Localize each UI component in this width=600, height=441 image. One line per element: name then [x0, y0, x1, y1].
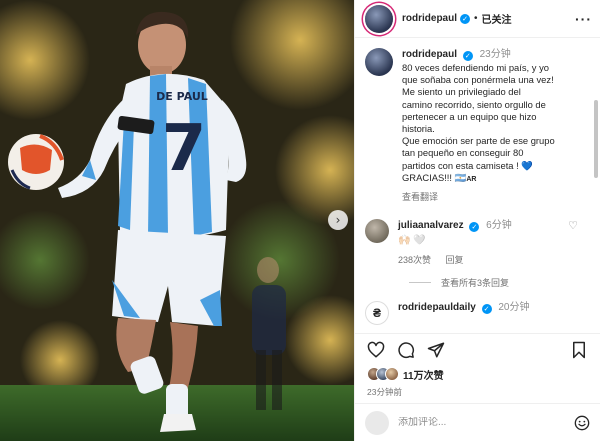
- verified-badge-icon: ✓: [460, 13, 471, 24]
- flag-code: AR: [466, 175, 477, 183]
- reply-button[interactable]: 回复: [446, 255, 464, 265]
- likes-row: 11万次赞: [355, 365, 600, 383]
- share-send-icon[interactable]: [427, 341, 445, 359]
- commenter-username[interactable]: rodridepauldaily: [398, 302, 476, 313]
- instagram-post-view: DE PAUL 7 › rodridepaul ✓ • 已关注 ··· rodr…: [0, 0, 600, 441]
- comment-item: juliaanalvarez ✓ 6分钟 🙌🏻 🤍 238次赞 回复 ♡: [365, 219, 586, 266]
- verified-badge-icon: ✓: [469, 222, 480, 233]
- jersey-name: DE PAUL: [156, 90, 208, 103]
- comment-likes-count[interactable]: 238次赞: [398, 255, 431, 265]
- view-replies-label: 查看所有3条回复: [441, 278, 510, 289]
- comments-scrollbar[interactable]: [594, 100, 598, 178]
- caption-body: 80 veces defendiendo mi país, y yo que s…: [402, 62, 555, 171]
- save-bookmark-icon[interactable]: [570, 341, 588, 359]
- author-username[interactable]: rodridepaul: [402, 13, 457, 24]
- caption-text: 80 veces defendiendo mi país, y yo que s…: [402, 62, 586, 186]
- replies-divider: [409, 282, 431, 284]
- commenter-avatar[interactable]: [365, 219, 389, 244]
- verified-badge-icon: ✓: [481, 304, 492, 315]
- commenter-username[interactable]: juliaanalvarez: [398, 220, 464, 231]
- caption-last-line: GRACIAS!!!: [402, 171, 453, 183]
- action-bar: [355, 333, 600, 365]
- next-image-button[interactable]: ›: [328, 210, 348, 230]
- comment-input[interactable]: [398, 417, 574, 428]
- more-options-icon[interactable]: ···: [575, 11, 592, 27]
- add-comment-bar: [355, 403, 600, 441]
- comment-timestamp: 20分钟: [498, 302, 530, 314]
- follow-status-button[interactable]: 已关注: [482, 11, 512, 26]
- argentina-flag-icon: 🇦🇷: [454, 171, 467, 183]
- posted-timestamp[interactable]: 23分钟前: [355, 383, 600, 403]
- comments-list[interactable]: rodridepaul ✓ 23分钟 80 veces defendiendo …: [355, 38, 600, 333]
- comment-icon[interactable]: [397, 341, 415, 359]
- post-side-panel: rodridepaul ✓ • 已关注 ··· rodridepaul ✓ 23…: [354, 0, 600, 441]
- verified-badge-icon: ✓: [462, 51, 473, 61]
- blue-heart-emoji: 💙: [521, 159, 534, 171]
- likes-count[interactable]: 11万次赞: [403, 367, 444, 382]
- see-translation-link[interactable]: 查看翻译: [402, 190, 438, 203]
- jersey-number: 7: [162, 112, 207, 186]
- view-all-replies-button[interactable]: 查看所有3条回复: [409, 276, 586, 289]
- post-header: rodridepaul ✓ • 已关注 ···: [355, 0, 600, 38]
- author-avatar[interactable]: [365, 4, 393, 33]
- emoji-picker-icon[interactable]: [574, 415, 590, 431]
- commenter-avatar-logo[interactable]: ₴: [365, 301, 389, 326]
- comment-item-partial: ₴ rodridepauldaily ✓ 20分钟: [365, 301, 586, 326]
- liker-avatar: [385, 367, 399, 381]
- chevron-right-icon: ›: [335, 213, 341, 227]
- current-user-avatar: [365, 410, 389, 435]
- player-photo: DE PAUL 7: [0, 0, 354, 441]
- caption-timestamp[interactable]: 23分钟: [480, 49, 511, 60]
- caption: rodridepaul ✓ 23分钟 80 veces defendiendo …: [365, 48, 586, 205]
- caption-author-username[interactable]: rodridepaul: [402, 49, 457, 60]
- separator-dot: •: [474, 13, 478, 24]
- comment-text: 🙌🏻 🤍: [398, 235, 426, 247]
- comment-like-heart-icon[interactable]: ♡: [568, 219, 578, 232]
- caption-author-avatar[interactable]: [365, 48, 393, 76]
- like-heart-icon[interactable]: [367, 341, 385, 359]
- comment-timestamp: 6分钟: [486, 220, 512, 232]
- post-photo[interactable]: DE PAUL 7 ›: [0, 0, 354, 441]
